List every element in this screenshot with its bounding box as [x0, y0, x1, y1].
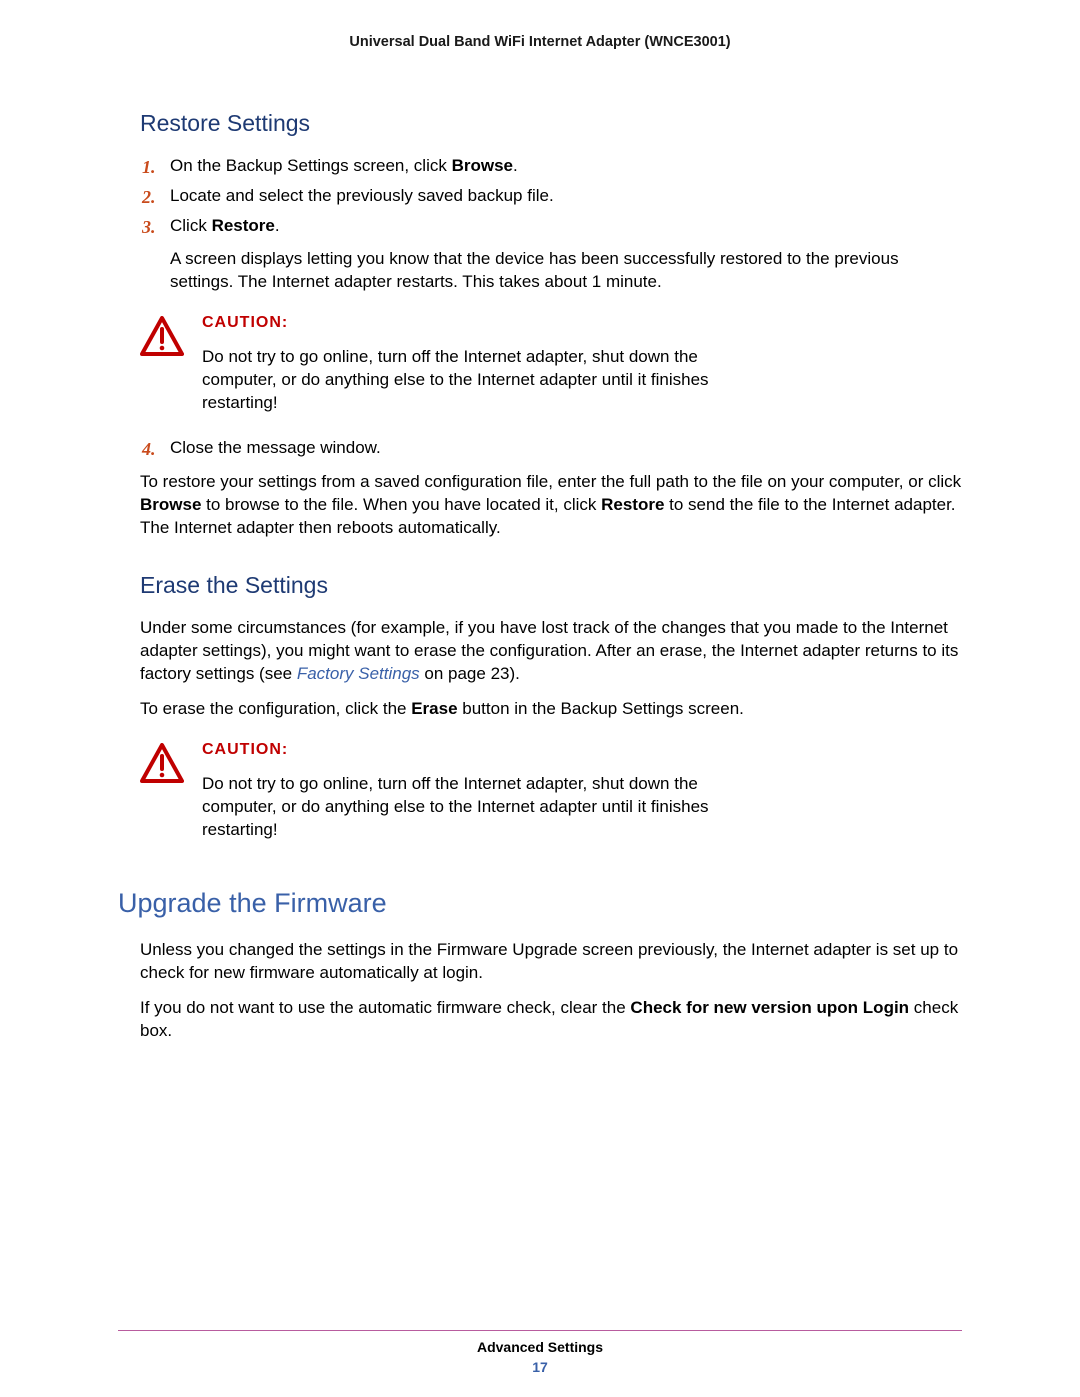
step-text: .: [513, 156, 518, 175]
step-text: Click: [170, 216, 212, 235]
list-item: Click Restore. A screen displays letting…: [140, 215, 962, 294]
caution-label: CAUTION:: [202, 741, 762, 759]
caution-text: Do not try to go online, turn off the In…: [202, 346, 762, 415]
paragraph: If you do not want to use the automatic …: [140, 997, 962, 1043]
step-text: On the Backup Settings screen, click: [170, 156, 452, 175]
footer-section-name: Advanced Settings: [118, 1339, 962, 1355]
caution-block: CAUTION: Do not try to go online, turn o…: [140, 741, 962, 842]
bold-text: Browse: [140, 495, 201, 514]
document-header: Universal Dual Band WiFi Internet Adapte…: [118, 34, 962, 50]
caution-text: Do not try to go online, turn off the In…: [202, 773, 762, 842]
heading-erase-settings: Erase the Settings: [140, 572, 962, 599]
body-text: If you do not want to use the automatic …: [140, 998, 630, 1017]
footer-divider: [118, 1330, 962, 1331]
bold-text: Browse: [452, 156, 513, 175]
bold-text: Restore: [212, 216, 275, 235]
list-item: On the Backup Settings screen, click Bro…: [140, 155, 962, 178]
list-item: Locate and select the previously saved b…: [140, 185, 962, 208]
page-footer: Advanced Settings 17: [118, 1330, 962, 1375]
paragraph: To erase the configuration, click the Er…: [140, 698, 962, 721]
body-text: To restore your settings from a saved co…: [140, 472, 961, 491]
body-text: to browse to the file. When you have loc…: [201, 495, 601, 514]
body-text: button in the Backup Settings screen.: [458, 699, 744, 718]
list-item: Close the message window.: [140, 437, 962, 460]
heading-restore-settings: Restore Settings: [140, 110, 962, 137]
body-text: Under some circumstances (for example, i…: [140, 618, 958, 683]
restore-steps-list: On the Backup Settings screen, click Bro…: [140, 155, 962, 294]
cross-reference-link[interactable]: Factory Settings: [297, 664, 420, 683]
heading-upgrade-firmware: Upgrade the Firmware: [118, 888, 962, 919]
bold-text: Restore: [601, 495, 664, 514]
caution-block: CAUTION: Do not try to go online, turn o…: [140, 314, 962, 415]
step-text: Close the message window.: [170, 438, 381, 457]
step-body-text: A screen displays letting you know that …: [170, 248, 962, 294]
body-text: To erase the configuration, click the: [140, 699, 411, 718]
restore-steps-list-cont: Close the message window.: [140, 437, 962, 460]
step-text: .: [275, 216, 280, 235]
paragraph: Under some circumstances (for example, i…: [140, 617, 962, 686]
caution-label: CAUTION:: [202, 314, 762, 332]
caution-icon: [140, 743, 184, 788]
body-text: on page 23).: [420, 664, 520, 683]
paragraph: Unless you changed the settings in the F…: [140, 939, 962, 985]
caution-icon: [140, 316, 184, 361]
bold-text: Check for new version upon Login: [630, 998, 909, 1017]
bold-text: Erase: [411, 699, 457, 718]
footer-page-number: 17: [118, 1359, 962, 1375]
step-text: Locate and select the previously saved b…: [170, 186, 554, 205]
paragraph: To restore your settings from a saved co…: [140, 471, 962, 540]
